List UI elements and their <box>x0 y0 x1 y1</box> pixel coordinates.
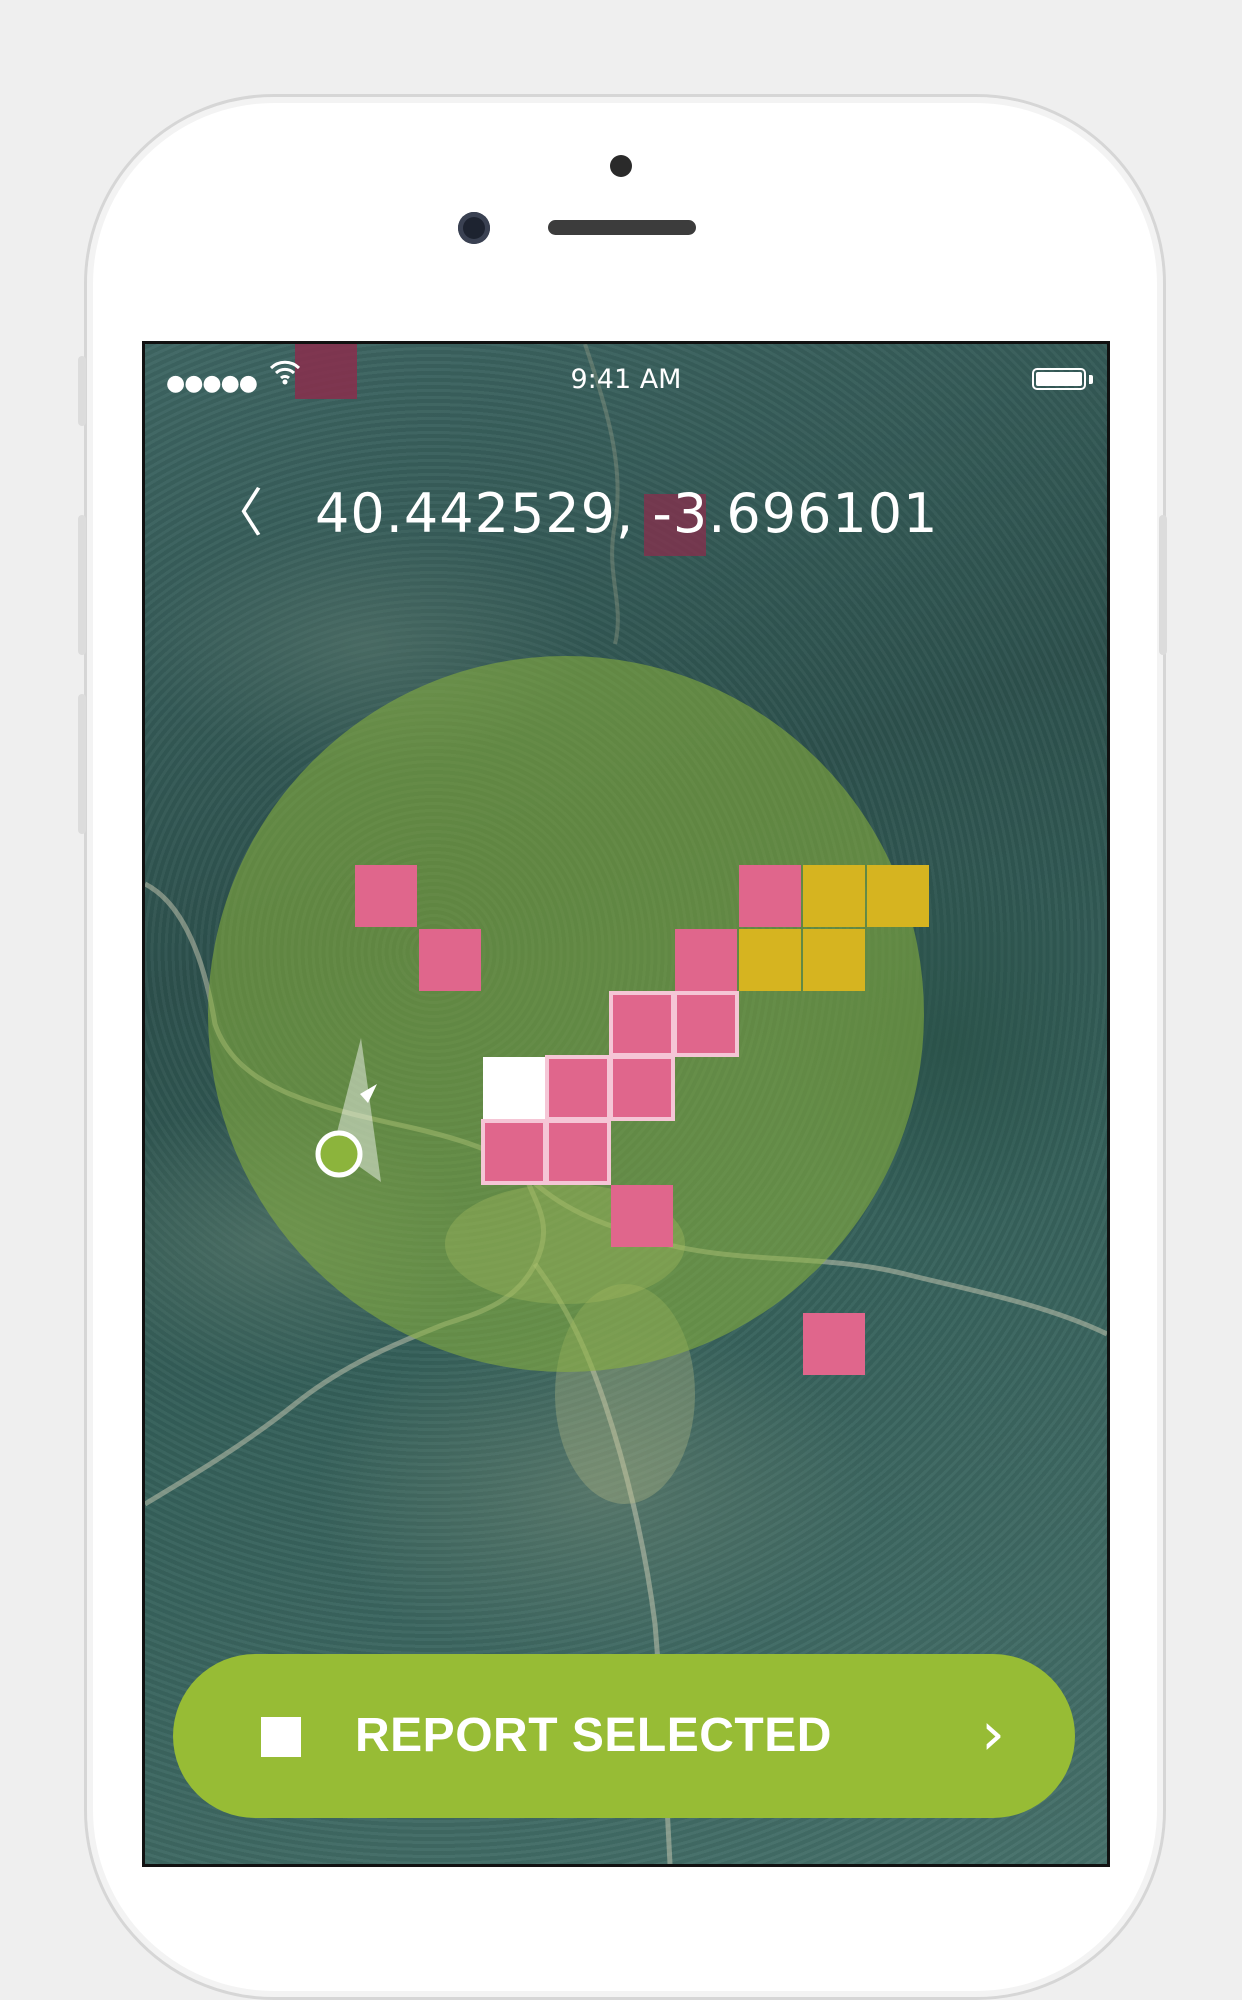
map-overlay <box>145 344 1107 1864</box>
alert-cell-pink[interactable] <box>419 929 481 991</box>
alert-cell-gold[interactable] <box>739 929 801 991</box>
alert-cell-gold[interactable] <box>867 865 929 927</box>
analysis-area-circle <box>208 656 924 1372</box>
alert-cell-pink[interactable] <box>675 929 737 991</box>
chevron-right-icon: › <box>981 1699 1005 1769</box>
battery-tip <box>1089 375 1093 384</box>
app-screen: ●●●●● 9:41 AM 〈 40.442529, -3.696101 REP… <box>142 341 1110 1867</box>
side-button-volume-up <box>78 515 86 655</box>
alert-cell-pink[interactable] <box>609 1055 675 1121</box>
side-button-power <box>1159 515 1167 655</box>
alert-cell-pink[interactable] <box>803 1313 865 1375</box>
header: 〈 40.442529, -3.696101 <box>145 474 1107 554</box>
report-selected-button[interactable]: REPORT SELECTED › <box>173 1654 1075 1818</box>
side-button-volume-down <box>78 694 86 834</box>
alert-cell-pink[interactable] <box>355 865 417 927</box>
alert-cell-pink[interactable] <box>545 1119 611 1185</box>
earpiece-speaker <box>548 220 696 235</box>
alert-cell-pink[interactable] <box>545 1055 611 1121</box>
alert-cell-gold[interactable] <box>803 929 865 991</box>
alert-cell-pink[interactable] <box>611 1185 673 1247</box>
report-selected-label: REPORT SELECTED <box>355 1709 832 1762</box>
status-bar: ●●●●● 9:41 AM <box>145 344 1107 404</box>
battery-icon <box>1032 368 1086 390</box>
battery-level <box>1036 372 1082 386</box>
alert-cell-pink[interactable] <box>673 991 739 1057</box>
proximity-sensor <box>610 155 632 177</box>
alert-cell-pink[interactable] <box>481 1119 547 1185</box>
chevron-left-icon[interactable]: 〈 <box>211 484 263 544</box>
coordinates-title: 40.442529, -3.696101 <box>315 482 939 545</box>
user-location-marker <box>315 1130 363 1178</box>
front-camera <box>458 212 490 244</box>
checkbox-icon[interactable] <box>261 1717 301 1757</box>
alert-cell-pink[interactable] <box>609 991 675 1057</box>
status-time: 9:41 AM <box>570 364 682 395</box>
alert-cell-selected[interactable] <box>483 1057 545 1119</box>
side-button-mute <box>78 356 86 426</box>
alert-cell-gold[interactable] <box>803 865 865 927</box>
alert-cell-pink[interactable] <box>739 865 801 927</box>
